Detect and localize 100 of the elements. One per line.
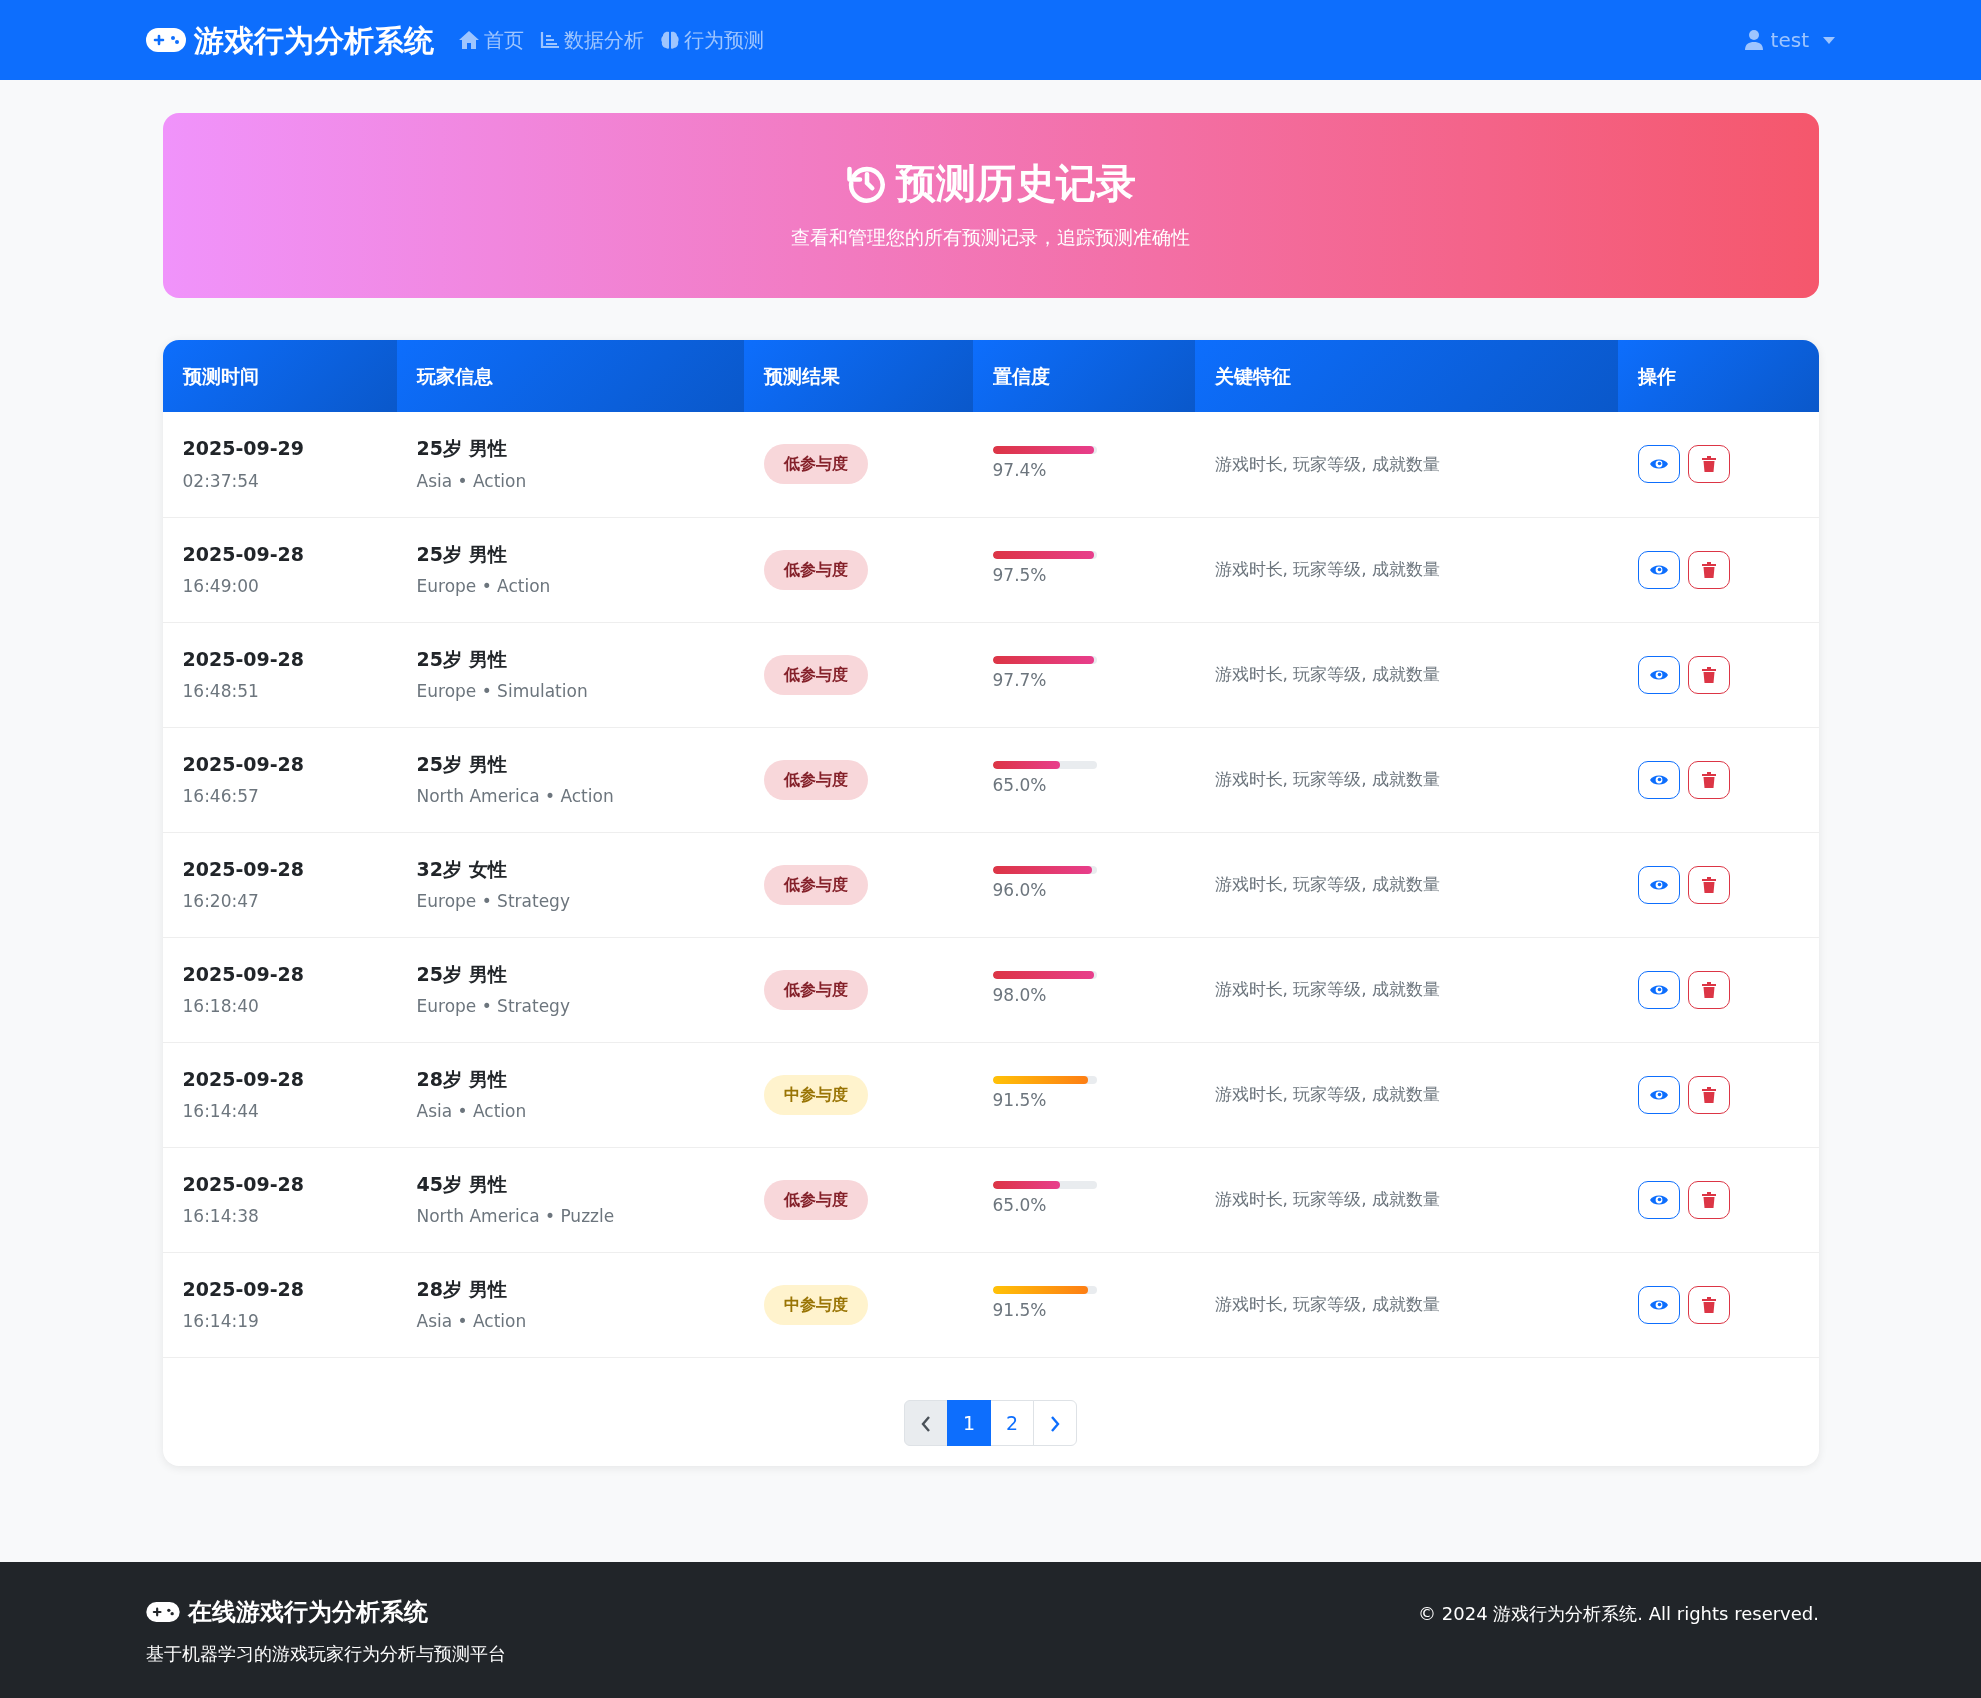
column-header: 预测结果 — [743, 340, 973, 412]
delete-button[interactable] — [1687, 655, 1730, 694]
time-text: 16:48:51 — [182, 680, 260, 703]
view-button[interactable] — [1637, 1075, 1680, 1114]
date-text: 2025-09-28 — [182, 1066, 306, 1092]
time-text: 16:18:40 — [182, 995, 260, 1018]
eye-icon — [1649, 458, 1668, 471]
trash-icon — [1701, 1296, 1716, 1313]
delete-button[interactable] — [1687, 865, 1730, 904]
confidence-reading: 65.0% — [992, 1193, 1048, 1217]
page-button[interactable]: 2 — [990, 1399, 1034, 1446]
user-menu[interactable]: test — [1744, 25, 1835, 55]
confidence-reading: 98.0% — [992, 983, 1048, 1007]
confidence-reading: 97.7% — [992, 668, 1048, 692]
view-button[interactable] — [1637, 655, 1680, 694]
home-icon — [458, 30, 480, 50]
column-header: 置信度 — [972, 340, 1195, 412]
date-text: 2025-09-28 — [182, 856, 306, 882]
player-details: Europe • Strategy — [416, 890, 571, 913]
view-button[interactable] — [1637, 1285, 1680, 1324]
features-text: 游戏时长, 玩家等级, 成就数量 — [1214, 453, 1441, 474]
page-button[interactable]: 1 — [947, 1399, 991, 1446]
eye-icon — [1649, 878, 1668, 891]
player-text: 32岁 女性 — [416, 856, 508, 882]
confidence-reading: 96.0% — [992, 878, 1048, 902]
footer-title: 在线游戏行为分析系统 — [188, 1596, 428, 1628]
nav-link[interactable]: 数据分析 — [540, 25, 644, 55]
player-text: 25岁 男性 — [416, 541, 508, 567]
player-details: Asia • Action — [416, 1310, 528, 1333]
header-subtitle: 查看和管理您的所有预测记录，追踪预测准确性 — [791, 225, 1190, 251]
date-text: 2025-09-28 — [182, 646, 306, 672]
time-text: 16:14:44 — [182, 1100, 260, 1123]
result-badge: 低参与度 — [763, 864, 868, 905]
trash-icon — [1701, 1086, 1716, 1103]
date-text: 2025-09-28 — [182, 541, 306, 567]
player-text: 45岁 男性 — [416, 1171, 508, 1197]
chevron-left-icon — [921, 1416, 931, 1432]
delete-button[interactable] — [1687, 1180, 1730, 1219]
confidence-reading: 91.5% — [992, 1088, 1048, 1112]
trash-icon — [1701, 561, 1716, 578]
eye-icon — [1649, 1088, 1668, 1101]
time-text: 16:46:57 — [182, 785, 260, 808]
date-text: 2025-09-28 — [182, 1276, 306, 1302]
result-badge: 中参与度 — [763, 1284, 868, 1325]
column-header: 预测时间 — [162, 340, 397, 412]
confidence-reading: 91.5% — [992, 1298, 1048, 1322]
confidence-reading: 65.0% — [992, 773, 1048, 797]
view-button[interactable] — [1637, 1180, 1680, 1219]
trash-icon — [1701, 1191, 1716, 1208]
nav-link[interactable]: 行为预测 — [660, 25, 764, 55]
footer-tagline: 基于机器学习的游戏玩家行为分析与预测平台 — [146, 1641, 506, 1666]
view-button[interactable] — [1637, 865, 1680, 904]
features-text: 游戏时长, 玩家等级, 成就数量 — [1214, 978, 1441, 999]
brain-icon — [660, 30, 680, 50]
time-text: 16:14:19 — [182, 1310, 260, 1333]
player-details: Europe • Strategy — [416, 995, 571, 1018]
delete-button[interactable] — [1687, 1075, 1730, 1114]
eye-icon — [1649, 773, 1668, 786]
time-text: 16:49:00 — [182, 575, 260, 598]
user-icon — [1744, 30, 1763, 50]
player-text: 25岁 男性 — [416, 751, 508, 777]
view-button[interactable] — [1637, 550, 1680, 589]
date-text: 2025-09-28 — [182, 1171, 306, 1197]
result-badge: 低参与度 — [763, 654, 868, 695]
column-header: 操作 — [1617, 340, 1819, 412]
chart-icon — [540, 31, 560, 49]
date-text: 2025-09-28 — [182, 961, 306, 987]
nav-link[interactable]: 首页 — [458, 25, 524, 55]
time-text: 02:37:54 — [182, 469, 260, 493]
features-text: 游戏时长, 玩家等级, 成就数量 — [1214, 873, 1441, 894]
gamepad-icon — [146, 28, 186, 52]
features-text: 游戏时长, 玩家等级, 成就数量 — [1214, 768, 1441, 789]
trash-icon — [1701, 666, 1716, 683]
delete-button[interactable] — [1687, 550, 1730, 589]
view-button[interactable] — [1637, 970, 1680, 1009]
time-text: 16:14:38 — [182, 1205, 260, 1228]
player-details: Asia • Action — [416, 1100, 528, 1123]
eye-icon — [1649, 668, 1668, 681]
eye-icon — [1649, 1298, 1668, 1311]
delete-button[interactable] — [1687, 970, 1730, 1009]
player-details: North America • Action — [416, 785, 615, 808]
delete-button[interactable] — [1687, 1285, 1730, 1324]
brand-link[interactable]: 游戏行为分析系统 — [146, 17, 434, 63]
delete-button[interactable] — [1687, 760, 1730, 799]
gamepad-icon — [146, 1601, 180, 1622]
player-text: 28岁 男性 — [416, 1276, 508, 1302]
result-badge: 中参与度 — [763, 1074, 868, 1115]
result-badge: 低参与度 — [763, 969, 868, 1010]
features-text: 游戏时长, 玩家等级, 成就数量 — [1214, 558, 1441, 579]
features-text: 游戏时长, 玩家等级, 成就数量 — [1214, 1293, 1441, 1314]
eye-icon — [1649, 1193, 1668, 1206]
player-details: North America • Puzzle — [416, 1205, 616, 1228]
column-header: 关键特征 — [1194, 340, 1618, 412]
delete-button[interactable] — [1687, 445, 1730, 484]
date-text: 2025-09-28 — [182, 751, 306, 777]
page-title: 预测历史记录 — [895, 159, 1136, 208]
trash-icon — [1701, 981, 1716, 998]
view-button[interactable] — [1637, 445, 1680, 484]
view-button[interactable] — [1637, 760, 1680, 799]
result-badge: 低参与度 — [763, 1179, 868, 1220]
